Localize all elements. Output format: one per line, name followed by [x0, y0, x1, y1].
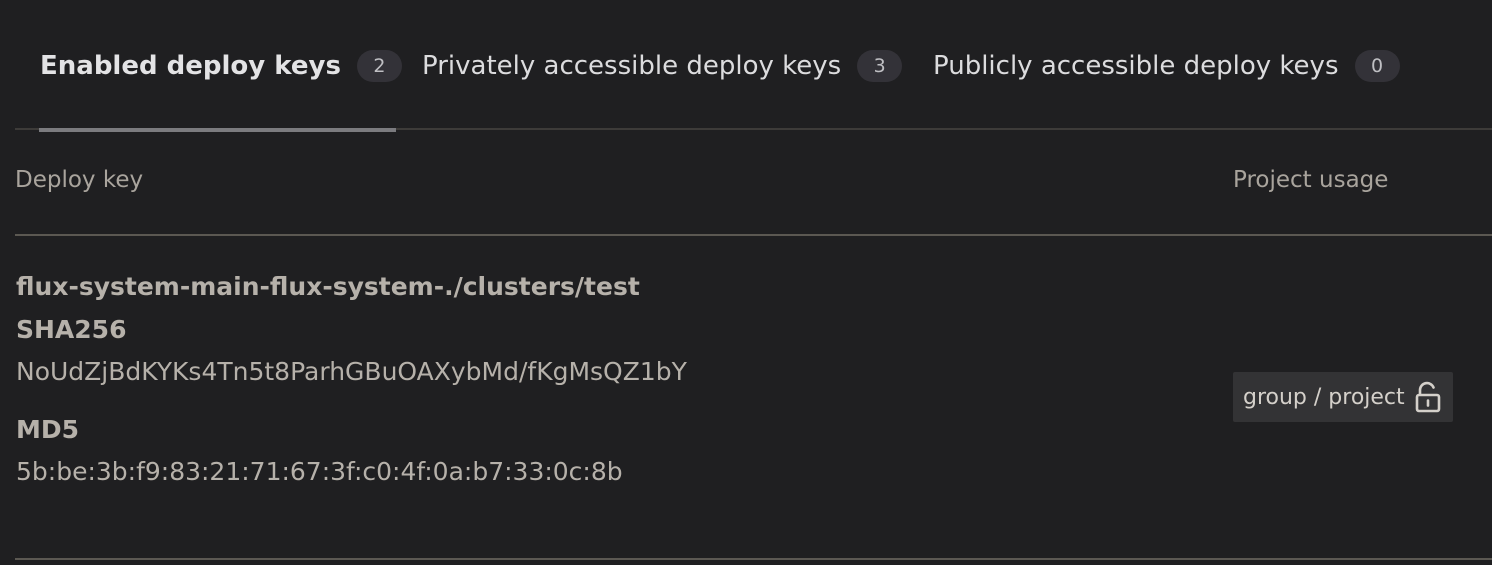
table-row: flux-system-main-flux-system-./clusters/…: [15, 236, 1492, 560]
column-header-project-usage: Project usage: [1233, 167, 1389, 193]
table-header: Deploy key Project usage: [15, 130, 1492, 236]
tab-count-badge: 3: [857, 50, 903, 82]
tab-count-badge: 2: [356, 50, 402, 82]
tab-publicly-accessible-deploy-keys[interactable]: Publicly accessible deploy keys 0: [933, 0, 1400, 130]
lock-open-icon: [1414, 381, 1442, 413]
deploy-keys-tabs: Enabled deploy keys 2 Privately accessib…: [15, 0, 1492, 132]
sha256-fingerprint: NoUdZjBdKYKs4Tn5t8ParhGBuOAXybMd/fKgMsQZ…: [16, 357, 687, 386]
deploy-keys-page: Enabled deploy keys 2 Privately accessib…: [0, 0, 1492, 565]
tab-privately-accessible-deploy-keys[interactable]: Privately accessible deploy keys 3: [422, 0, 903, 130]
md5-label: MD5: [16, 415, 80, 444]
project-usage-badge[interactable]: group / project: [1233, 372, 1453, 422]
tab-count-badge: 0: [1354, 50, 1400, 82]
tab-enabled-deploy-keys[interactable]: Enabled deploy keys 2: [39, 0, 402, 132]
tab-label: Enabled deploy keys: [40, 51, 341, 81]
project-usage-label: group / project: [1243, 384, 1405, 410]
tab-label: Privately accessible deploy keys: [422, 51, 842, 81]
column-header-deploy-key: Deploy key: [15, 167, 144, 193]
md5-fingerprint: 5b:be:3b:f9:83:21:71:67:3f:c0:4f:0a:b7:3…: [16, 457, 623, 486]
tab-label: Publicly accessible deploy keys: [933, 51, 1339, 81]
sha256-label: SHA256: [16, 315, 127, 344]
deploy-key-title: flux-system-main-flux-system-./clusters/…: [16, 272, 640, 301]
